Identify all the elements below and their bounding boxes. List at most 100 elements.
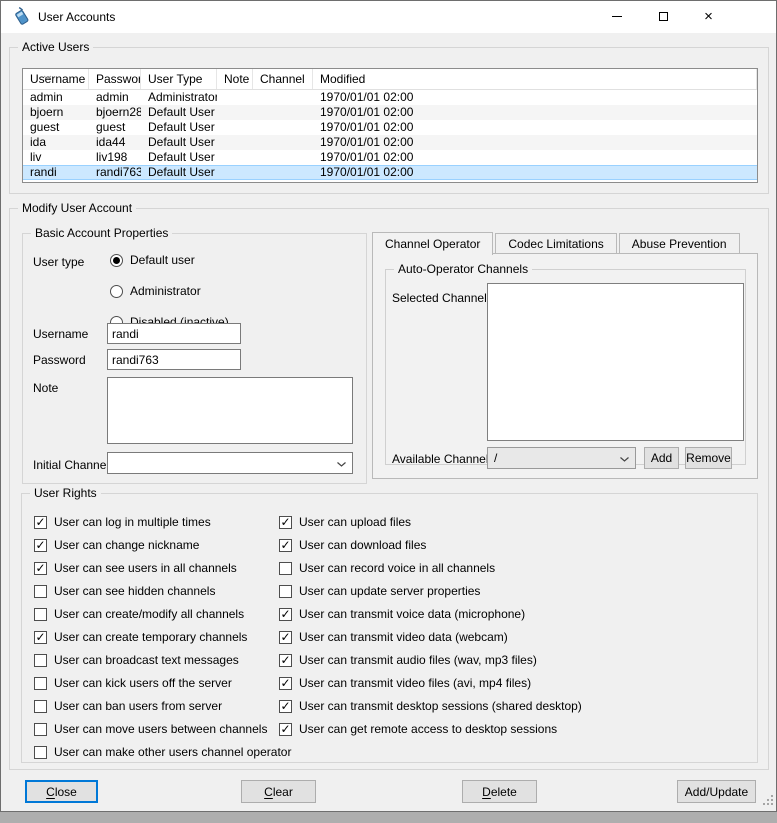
add-update-button[interactable]: Add/Update xyxy=(677,780,756,803)
table-cell xyxy=(217,90,253,105)
checkbox-user-can-change-nickname[interactable]: ✓ User can change nickname xyxy=(34,537,291,553)
radio-icon xyxy=(110,285,123,298)
checkbox-user-can-see-users-in-all-channels[interactable]: ✓User can see users in all channels xyxy=(34,560,291,576)
checkbox-user-can-make-other-users-channel-operator[interactable]: User can make other users channel operat… xyxy=(34,744,291,760)
tab-channel-operator[interactable]: Channel Operator xyxy=(372,232,493,255)
checkbox-icon xyxy=(34,746,47,759)
note-field[interactable] xyxy=(107,377,353,444)
tab-abuse-prevention[interactable]: Abuse Prevention xyxy=(619,233,740,254)
checkbox-icon: ✓ xyxy=(34,516,47,529)
radio-administrator[interactable]: Administrator xyxy=(110,283,229,299)
password-field[interactable] xyxy=(107,349,241,370)
table-cell xyxy=(217,135,253,150)
checkbox-user-can-broadcast-text-messages[interactable]: User can broadcast text messages xyxy=(34,652,291,668)
checkbox-user-can-upload-files[interactable]: ✓User can upload files xyxy=(279,514,582,530)
table-row-randi[interactable]: randirandi763Default User1970/01/01 02:0… xyxy=(23,165,757,180)
checkbox-user-can-transmit-voice-data-microphone[interactable]: ✓User can transmit voice data (microphon… xyxy=(279,606,582,622)
checkbox-icon: ✓ xyxy=(279,700,292,713)
remove-button[interactable]: Remove xyxy=(685,447,732,469)
checkbox-user-can-get-remote-access-to-desktop-sessions[interactable]: ✓User can get remote access to desktop s… xyxy=(279,721,582,737)
checkbox-user-can-record-voice-in-all-channels[interactable]: User can record voice in all channels xyxy=(279,560,582,576)
modify-user-account-group-label: Modify User Account xyxy=(18,201,136,215)
column-header-modified[interactable]: Modified xyxy=(313,69,757,89)
user-rights-left-column: ✓User can log in multiple times✓User can… xyxy=(34,514,291,760)
checkbox-user-can-ban-users-from-server[interactable]: User can ban users from server xyxy=(34,698,291,714)
maximize-button[interactable] xyxy=(640,1,686,32)
initial-channel-combobox[interactable] xyxy=(107,452,353,474)
selected-channels-listbox[interactable] xyxy=(487,283,744,441)
checkbox-user-can-move-users-between-channels[interactable]: User can move users between channels xyxy=(34,721,291,737)
table-row-guest[interactable]: guestguestDefault User1970/01/01 02:00 xyxy=(23,120,757,135)
column-header-user-type[interactable]: User Type xyxy=(141,69,217,89)
table-row-ida[interactable]: idaida44Default User1970/01/01 02:00 xyxy=(23,135,757,150)
checkbox-user-can-transmit-video-files-avi-mp4-files[interactable]: ✓User can transmit video files (avi, mp4… xyxy=(279,675,582,691)
table-cell xyxy=(253,120,313,135)
table-cell: guest xyxy=(89,120,141,135)
checkbox-icon: ✓ xyxy=(34,539,47,552)
tab-codec-limitations[interactable]: Codec Limitations xyxy=(495,233,616,254)
note-label: Note xyxy=(33,381,58,395)
radio-default-user[interactable]: Default user xyxy=(110,252,229,268)
table-cell: 1970/01/01 02:00 xyxy=(313,135,757,150)
checkbox-user-can-transmit-audio-files-wav-mp3-files[interactable]: ✓User can transmit audio files (wav, mp3… xyxy=(279,652,582,668)
table-cell xyxy=(253,135,313,150)
available-channels-combobox[interactable]: / xyxy=(487,447,636,469)
column-header-label: User Type xyxy=(148,72,202,86)
table-row-admin[interactable]: adminadminAdministrator1970/01/01 02:00 xyxy=(23,90,757,105)
checkbox-user-can-transmit-desktop-sessions-shared-desktop[interactable]: ✓User can transmit desktop sessions (sha… xyxy=(279,698,582,714)
users-table[interactable]: Username Password User Type NoteChannel Modi… xyxy=(22,68,758,183)
column-header-label: Password xyxy=(96,72,141,86)
checkbox-user-can-download-files[interactable]: ✓ User can download files xyxy=(279,537,582,553)
checkbox-icon xyxy=(34,700,47,713)
checkbox-user-can-transmit-video-data-webcam[interactable]: ✓User can transmit video data (webcam) xyxy=(279,629,582,645)
checkbox-label: User can download files xyxy=(299,538,426,552)
checkbox-user-can-kick-users-off-the-server[interactable]: User can kick users off the server xyxy=(34,675,291,691)
checkbox-user-can-create-modify-all-channels[interactable]: User can create/modify all channels xyxy=(34,606,291,622)
table-cell xyxy=(253,150,313,165)
checkbox-label: User can make other users channel operat… xyxy=(54,745,291,759)
table-row-liv[interactable]: livliv198Default User1970/01/01 02:00 xyxy=(23,150,757,165)
user-type-radio-group: Default userAdministratorDisabled (inact… xyxy=(110,252,229,330)
checkbox-icon: ✓ xyxy=(279,516,292,529)
table-cell: ida xyxy=(23,135,89,150)
delete-button[interactable]: Delete xyxy=(462,780,537,803)
user-rights-group-label: User Rights xyxy=(30,486,101,500)
close-window-button[interactable]: × xyxy=(686,1,731,32)
table-cell xyxy=(217,120,253,135)
checkbox-icon: ✓ xyxy=(279,723,292,736)
checkbox-user-can-update-server-properties[interactable]: User can update server properties xyxy=(279,583,582,599)
add-button[interactable]: Add xyxy=(644,447,679,469)
checkbox-icon: ✓ xyxy=(34,631,47,644)
column-header-channel[interactable]: Channel xyxy=(253,69,313,89)
checkbox-label: User can transmit video files (avi, mp4 … xyxy=(299,676,531,690)
titlebar[interactable]: User Accounts × xyxy=(1,1,776,33)
column-header-label: Modified xyxy=(320,72,365,86)
checkbox-user-can-create-temporary-channels[interactable]: ✓User can create temporary channels xyxy=(34,629,291,645)
table-row-bjoern[interactable]: bjoernbjoern286Default User1970/01/01 02… xyxy=(23,105,757,120)
resize-grip[interactable] xyxy=(763,794,773,808)
checkbox-icon xyxy=(34,608,47,621)
checkbox-icon: ✓ xyxy=(279,539,292,552)
checkbox-label: User can see hidden channels xyxy=(54,584,215,598)
column-header-username[interactable]: Username xyxy=(23,69,89,89)
available-channels-value: / xyxy=(494,451,616,465)
close-button[interactable]: Close xyxy=(25,780,98,803)
checkbox-icon xyxy=(279,562,292,575)
username-field[interactable] xyxy=(107,323,241,344)
checkbox-user-can-see-hidden-channels[interactable]: User can see hidden channels xyxy=(34,583,291,599)
user-type-label: User type xyxy=(33,255,84,269)
checkbox-label: User can transmit video data (webcam) xyxy=(299,630,508,644)
checkbox-user-can-log-in-multiple-times[interactable]: ✓User can log in multiple times xyxy=(34,514,291,530)
table-cell: Administrator xyxy=(141,90,217,105)
column-header-password[interactable]: Password xyxy=(89,69,141,89)
table-cell: Default User xyxy=(141,150,217,165)
checkbox-label: User can record voice in all channels xyxy=(299,561,495,575)
minimize-button[interactable] xyxy=(594,1,640,32)
table-cell: randi xyxy=(23,165,89,180)
checkbox-label: User can change nickname xyxy=(54,538,199,552)
table-cell: 1970/01/01 02:00 xyxy=(313,90,757,105)
basic-account-properties-group-label: Basic Account Properties xyxy=(31,226,172,240)
table-cell xyxy=(217,150,253,165)
clear-button[interactable]: Clear xyxy=(241,780,316,803)
column-header-note[interactable]: Note xyxy=(217,69,253,89)
